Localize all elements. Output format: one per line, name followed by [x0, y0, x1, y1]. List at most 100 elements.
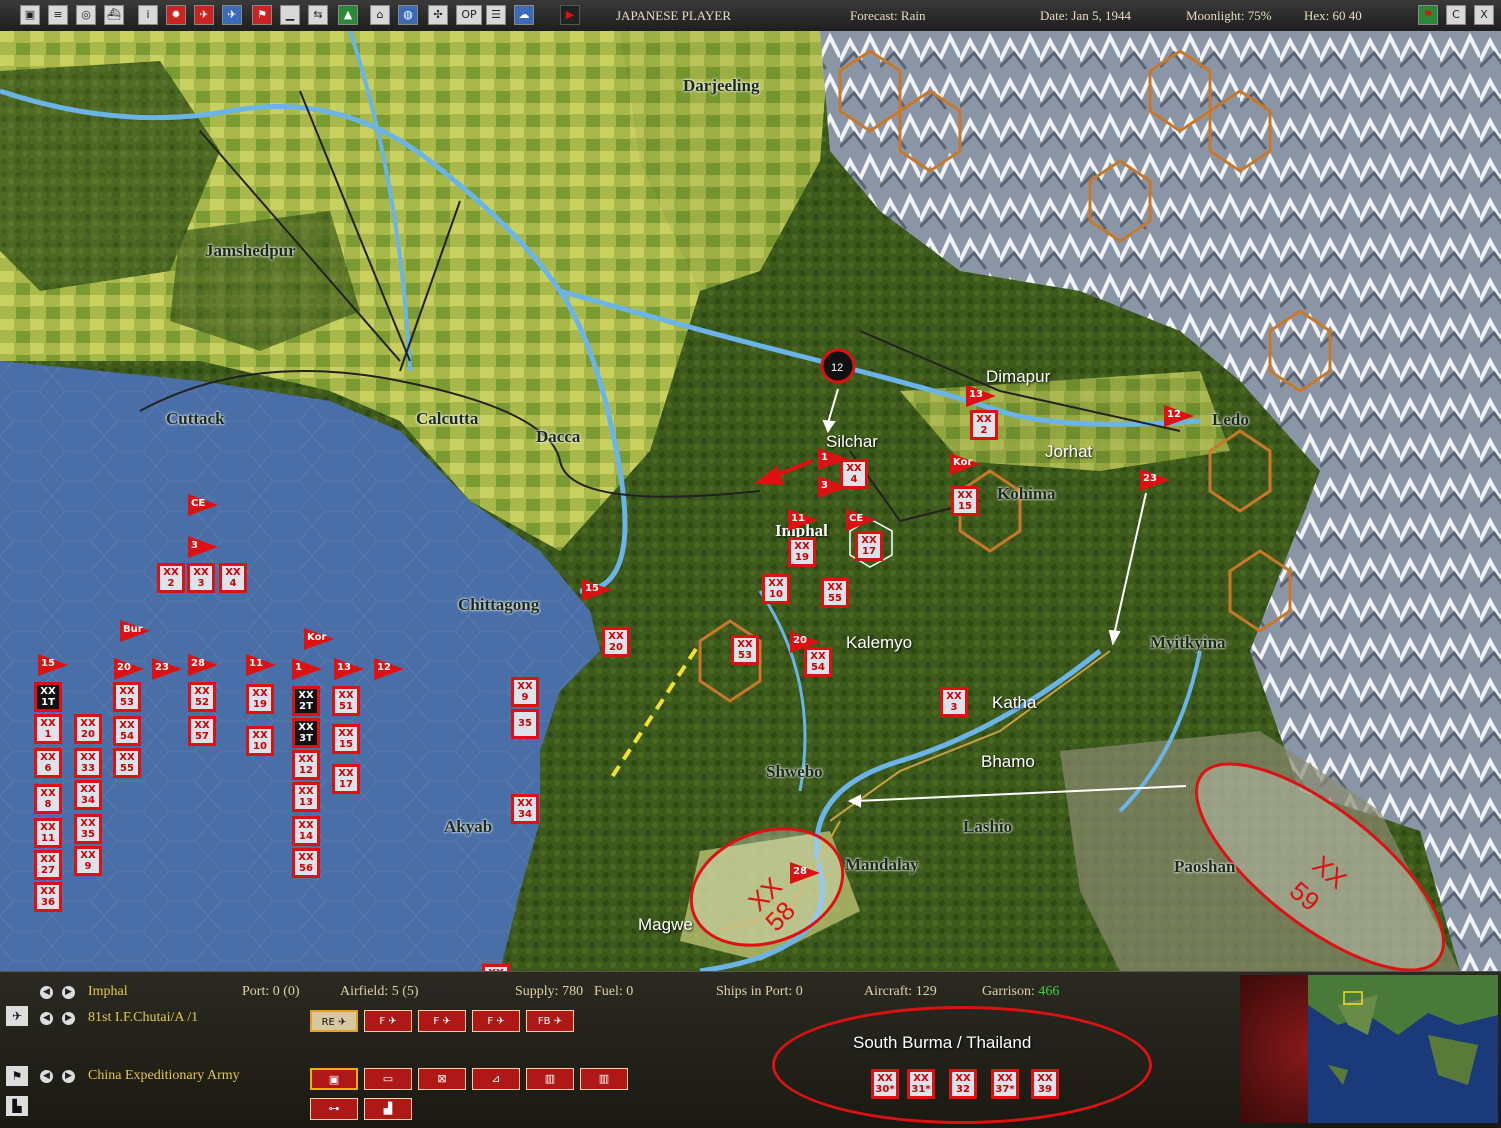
flag-icon[interactable]: ⚑ — [252, 5, 272, 25]
division-counter[interactable]: XX 1 — [34, 714, 62, 744]
division-counter[interactable]: XX 2 — [157, 563, 185, 593]
division-counter[interactable]: XX 10 — [762, 574, 790, 604]
corps-flag[interactable]: 13 — [966, 385, 996, 407]
base-name[interactable]: Imphal — [88, 984, 128, 1000]
air-group-icon[interactable]: ✈ — [6, 1006, 28, 1026]
hq-button[interactable]: ▥ — [526, 1068, 574, 1090]
division-counter[interactable]: XX 15 — [951, 486, 979, 516]
report-icon[interactable]: ≡ — [48, 5, 68, 25]
division-counter[interactable]: XX 9 — [74, 846, 102, 876]
ops-icon[interactable]: OP — [456, 5, 482, 25]
division-counter[interactable]: XX 12 — [292, 750, 320, 780]
base-view-button[interactable]: ▣ — [310, 1068, 358, 1090]
division-counter[interactable]: XX 10 — [246, 726, 274, 756]
division-counter[interactable]: XX 20 — [74, 714, 102, 744]
division-counter[interactable]: XX 13 — [292, 782, 320, 812]
ship-icon[interactable]: ⛴ — [104, 5, 124, 25]
division-counter[interactable]: XX 11 — [34, 818, 62, 848]
globe-icon[interactable]: ◍ — [398, 5, 418, 25]
division-counter[interactable]: XX 15 — [332, 724, 360, 754]
corps-flag[interactable]: 13 — [334, 658, 364, 680]
map-icon[interactable]: ◎ — [76, 5, 96, 25]
division-counter[interactable]: XX 51 — [332, 686, 360, 716]
division-counter[interactable]: XX 34 — [511, 794, 539, 824]
corps-flag[interactable]: 23 — [152, 658, 182, 680]
division-counter[interactable]: XX 52 — [188, 682, 216, 712]
plane-icon[interactable]: ✈ — [222, 5, 242, 25]
prev-hq-icon[interactable]: ◀ — [40, 1070, 53, 1083]
minimap[interactable] — [1308, 975, 1498, 1123]
corps-flag[interactable]: 15 — [38, 654, 68, 676]
division-counter[interactable]: XX 27 — [34, 850, 62, 880]
division-counter[interactable]: XX 4 — [219, 563, 247, 593]
division-counter[interactable]: XX 9 — [511, 677, 539, 707]
division-counter[interactable]: XX 3T — [292, 718, 320, 748]
division-counter[interactable]: XX 36 — [34, 882, 62, 912]
corps-flag[interactable]: 28 — [188, 654, 218, 676]
division-counter[interactable]: XX 2 — [970, 410, 998, 440]
division-counter[interactable]: XX 37* — [991, 1069, 1019, 1099]
division-counter[interactable]: XX 1T — [34, 682, 62, 712]
ground-icon[interactable]: ▁ — [280, 5, 300, 25]
plane-fighterbomber-button[interactable]: FB ✈ — [526, 1010, 574, 1032]
corps-flag[interactable]: 15 — [582, 579, 612, 601]
flag-marker-icon[interactable]: ⚑ — [1418, 5, 1438, 25]
factory-icon[interactable]: ▙ — [6, 1096, 28, 1116]
division-counter[interactable]: XX33 — [74, 748, 102, 778]
next-base-icon[interactable]: ▶ — [62, 986, 75, 999]
division-counter[interactable]: XX 3 — [187, 563, 215, 593]
division-counter[interactable]: XX 19 — [246, 684, 274, 714]
base-icon[interactable]: ⌂ — [370, 5, 390, 25]
division-counter[interactable]: XX 32 — [949, 1069, 977, 1099]
list-icon[interactable]: ☰ — [486, 5, 506, 25]
corps-flag[interactable]: 11 — [246, 654, 276, 676]
division-counter[interactable]: XX 57 — [188, 716, 216, 746]
division-counter[interactable]: XX 4 — [840, 459, 868, 489]
division-counter[interactable]: XX 31* — [907, 1069, 935, 1099]
division-counter[interactable]: 35 — [511, 709, 539, 739]
division-counter[interactable]: XX 55 — [821, 578, 849, 608]
division-counter[interactable]: XX 14 — [292, 816, 320, 846]
play-turn-icon[interactable]: ▶ — [560, 5, 580, 25]
division-counter[interactable]: XX 3 — [940, 687, 968, 717]
plane-fighter-button[interactable]: F ✈ — [472, 1010, 520, 1032]
next-hq-icon[interactable]: ▶ — [62, 1070, 75, 1083]
corps-flag[interactable]: 12 — [374, 658, 404, 680]
corps-flag[interactable]: Kor — [304, 628, 334, 650]
division-counter[interactable]: XX33 — [482, 964, 510, 971]
plane-fighter-button[interactable]: F ✈ — [418, 1010, 466, 1032]
division-counter[interactable]: XX 6 — [34, 748, 62, 778]
corps-flag[interactable]: CE — [846, 509, 876, 531]
division-counter[interactable]: XX 2T — [292, 686, 320, 716]
network-icon[interactable]: ✣ — [428, 5, 448, 25]
artillery-button[interactable]: ⊿ — [472, 1068, 520, 1090]
corps-flag[interactable]: 11 — [788, 509, 818, 531]
air-icon[interactable]: ✈ — [194, 5, 214, 25]
corps-flag[interactable]: 20 — [114, 658, 144, 680]
plane-fighter-button[interactable]: F ✈ — [364, 1010, 412, 1032]
hq-name[interactable]: China Expeditionary Army — [88, 1068, 240, 1084]
corps-flag[interactable]: 12 — [1164, 405, 1194, 427]
transfer-button[interactable]: ⊶ — [310, 1098, 358, 1120]
corps-flag[interactable]: 28 — [790, 862, 820, 884]
corps-flag[interactable]: 1 — [292, 658, 322, 680]
division-counter[interactable]: XX 17 — [332, 764, 360, 794]
division-counter[interactable]: XX 20 — [602, 627, 630, 657]
corps-flag[interactable]: 23 — [1140, 469, 1170, 491]
prev-base-icon[interactable]: ◀ — [40, 986, 53, 999]
division-counter[interactable]: XX 35 — [74, 814, 102, 844]
japan-flag-icon[interactable]: ✹ — [166, 5, 186, 25]
weather-icon[interactable]: ☁ — [514, 5, 534, 25]
division-counter[interactable]: XX 53 — [731, 635, 759, 665]
path-icon[interactable]: ⇆ — [308, 5, 328, 25]
game-map[interactable]: 12 Darjeeling Jamshedpur Cuttack Calcutt… — [0, 31, 1501, 971]
save-icon[interactable]: ▣ — [20, 5, 40, 25]
division-counter[interactable]: XX 55 — [113, 748, 141, 778]
close-icon[interactable]: X — [1474, 5, 1494, 25]
hq-flag-icon[interactable]: ⚑ — [6, 1066, 28, 1086]
hq2-button[interactable]: ▥ — [580, 1068, 628, 1090]
division-counter[interactable]: XX 30* — [871, 1069, 899, 1099]
air-group-name[interactable]: 81st I.F.Chutai/A /1 — [88, 1010, 198, 1026]
division-counter[interactable]: XX 8 — [34, 784, 62, 814]
corps-flag[interactable]: Bur — [120, 620, 150, 642]
